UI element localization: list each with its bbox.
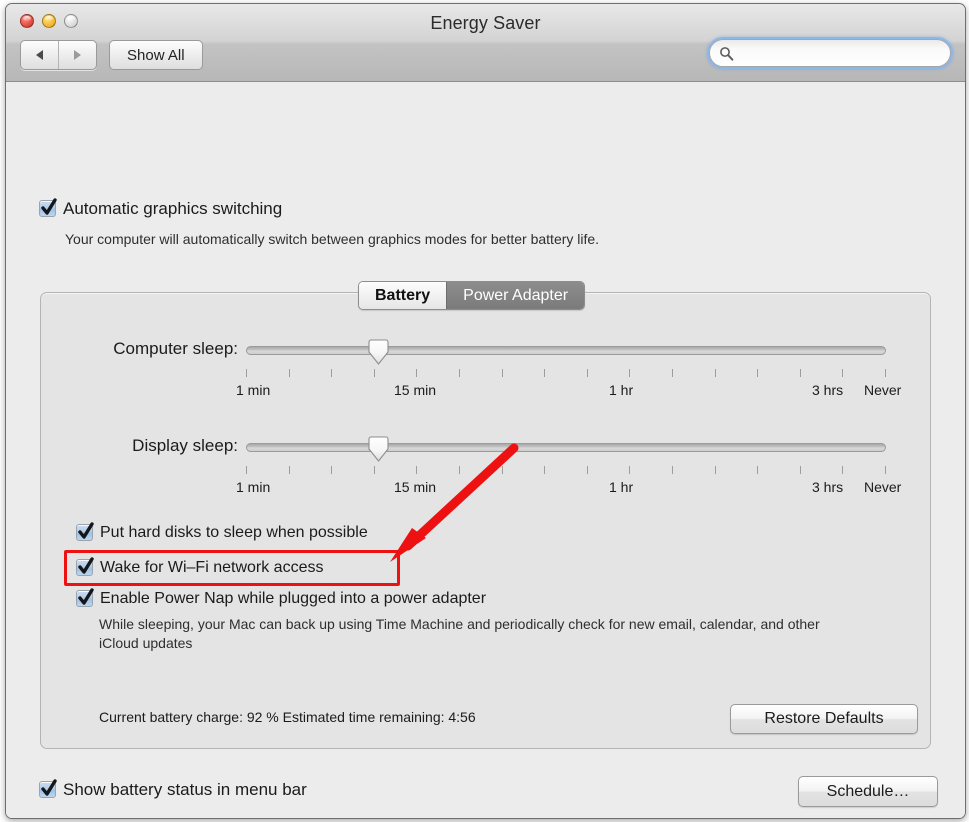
computer-sleep-slider-track[interactable]	[246, 346, 886, 355]
automatic-graphics-switching-checkbox[interactable]: Automatic graphics switching	[39, 198, 283, 218]
checkmark-icon	[78, 557, 94, 574]
slider-tick	[246, 466, 247, 474]
slider-tick	[800, 369, 801, 377]
slider-tick	[374, 466, 375, 474]
preference-pane-content: Automatic graphics switching Your comput…	[6, 82, 965, 818]
checkmark-icon	[78, 522, 94, 539]
computer-sleep-scale-1hr: 1 hr	[609, 382, 634, 398]
slider-tick	[289, 466, 290, 474]
slider-tick	[757, 466, 758, 474]
slider-tick	[885, 369, 886, 377]
display-sleep-label: Display sleep:	[132, 436, 238, 455]
slider-tick	[587, 369, 588, 377]
slider-tick	[544, 466, 545, 474]
slider-tick	[757, 369, 758, 377]
energy-saver-window: Energy Saver Show All Automatic graphics…	[5, 3, 966, 819]
computer-sleep-tick-marks	[246, 369, 886, 378]
power-nap-description: While sleeping, your Mac can back up usi…	[99, 616, 820, 651]
search-input[interactable]	[740, 40, 940, 68]
back-button[interactable]	[21, 41, 58, 69]
slider-tick	[629, 369, 630, 377]
tab-battery-label: Battery	[375, 286, 431, 304]
slider-tick	[587, 466, 588, 474]
battery-status-text: Current battery charge: 92 % Estimated t…	[99, 709, 476, 725]
slider-tick	[459, 369, 460, 377]
search-field-container	[707, 37, 953, 69]
show-battery-status-label: Show battery status in menu bar	[63, 780, 307, 799]
slider-tick	[715, 466, 716, 474]
display-sleep-scale-never: Never	[864, 479, 902, 495]
slider-tick	[544, 369, 545, 377]
slider-tick	[289, 369, 290, 377]
display-sleep-scale-1min: 1 min	[236, 479, 271, 495]
computer-sleep-scale-15min: 15 min	[394, 382, 437, 398]
triangle-left-icon	[36, 50, 43, 60]
slider-tick	[842, 466, 843, 474]
put-hard-disks-to-sleep-checkbox[interactable]: Put hard disks to sleep when possible	[76, 522, 368, 541]
computer-sleep-scale-3hrs: 3 hrs	[812, 382, 844, 398]
display-sleep-scale-3hrs: 3 hrs	[812, 479, 844, 495]
computer-sleep-scale-never: Never	[864, 382, 902, 398]
restore-defaults-button[interactable]: Restore Defaults	[730, 704, 918, 734]
slider-tick	[246, 369, 247, 377]
automatic-graphics-switching-label: Automatic graphics switching	[63, 199, 283, 218]
slider-tick	[842, 369, 843, 377]
navigation-buttons	[20, 40, 97, 70]
tab-power-adapter-label: Power Adapter	[463, 286, 569, 304]
triangle-right-icon	[74, 50, 81, 60]
slider-tick	[416, 369, 417, 377]
schedule-button[interactable]: Schedule…	[798, 776, 938, 807]
window-title: Energy Saver	[430, 13, 541, 33]
search-field[interactable]	[709, 39, 951, 68]
slider-tick	[331, 466, 332, 474]
slider-tick	[331, 369, 332, 377]
display-sleep-slider-knob[interactable]	[367, 436, 390, 463]
checkbox-box	[76, 522, 94, 541]
tab-power-adapter[interactable]: Power Adapter	[446, 282, 585, 309]
automatic-graphics-switching-description: Your computer will automatically switch …	[65, 231, 600, 247]
put-hard-disks-to-sleep-label: Put hard disks to sleep when possible	[100, 524, 368, 541]
slider-tick	[885, 466, 886, 474]
wake-for-wifi-checkbox[interactable]: Wake for Wi–Fi network access	[76, 557, 324, 576]
slider-tick	[374, 369, 375, 377]
slider-tick	[502, 466, 503, 474]
display-sleep-scale-1hr: 1 hr	[609, 479, 634, 495]
checkbox-box	[76, 588, 94, 607]
slider-tick	[459, 466, 460, 474]
slider-tick	[715, 369, 716, 377]
computer-sleep-label: Computer sleep:	[113, 339, 238, 358]
display-sleep-scale-15min: 15 min	[394, 479, 437, 495]
slider-tick	[416, 466, 417, 474]
enable-power-nap-label: Enable Power Nap while plugged into a po…	[100, 590, 487, 607]
checkmark-icon	[41, 198, 57, 215]
power-settings-panel	[40, 292, 931, 749]
computer-sleep-scale-1min: 1 min	[236, 382, 271, 398]
schedule-label: Schedule…	[826, 782, 910, 800]
show-all-button[interactable]: Show All	[109, 40, 203, 70]
show-battery-status-checkbox[interactable]: Show battery status in menu bar	[39, 779, 307, 799]
slider-tick	[800, 466, 801, 474]
display-sleep-slider-track[interactable]	[246, 443, 886, 452]
computer-sleep-slider-knob[interactable]	[367, 339, 390, 366]
power-source-tabs: Battery Power Adapter	[358, 281, 586, 310]
slider-tick	[502, 369, 503, 377]
tab-battery[interactable]: Battery	[359, 282, 447, 309]
search-icon	[720, 47, 734, 61]
checkbox-box	[39, 779, 57, 798]
slider-tick	[672, 369, 673, 377]
wake-for-wifi-label: Wake for Wi–Fi network access	[100, 559, 324, 576]
checkmark-icon	[41, 779, 57, 796]
checkbox-box	[76, 557, 94, 576]
display-sleep-tick-marks	[246, 466, 886, 475]
checkbox-box	[39, 198, 57, 217]
restore-defaults-label: Restore Defaults	[764, 710, 884, 727]
forward-button[interactable]	[58, 41, 96, 69]
checkmark-icon	[78, 588, 94, 605]
window-titlebar: Energy Saver Show All	[6, 4, 965, 82]
slider-tick	[629, 466, 630, 474]
slider-tick	[672, 466, 673, 474]
show-all-label: Show All	[127, 46, 185, 64]
enable-power-nap-checkbox[interactable]: Enable Power Nap while plugged into a po…	[76, 588, 487, 607]
